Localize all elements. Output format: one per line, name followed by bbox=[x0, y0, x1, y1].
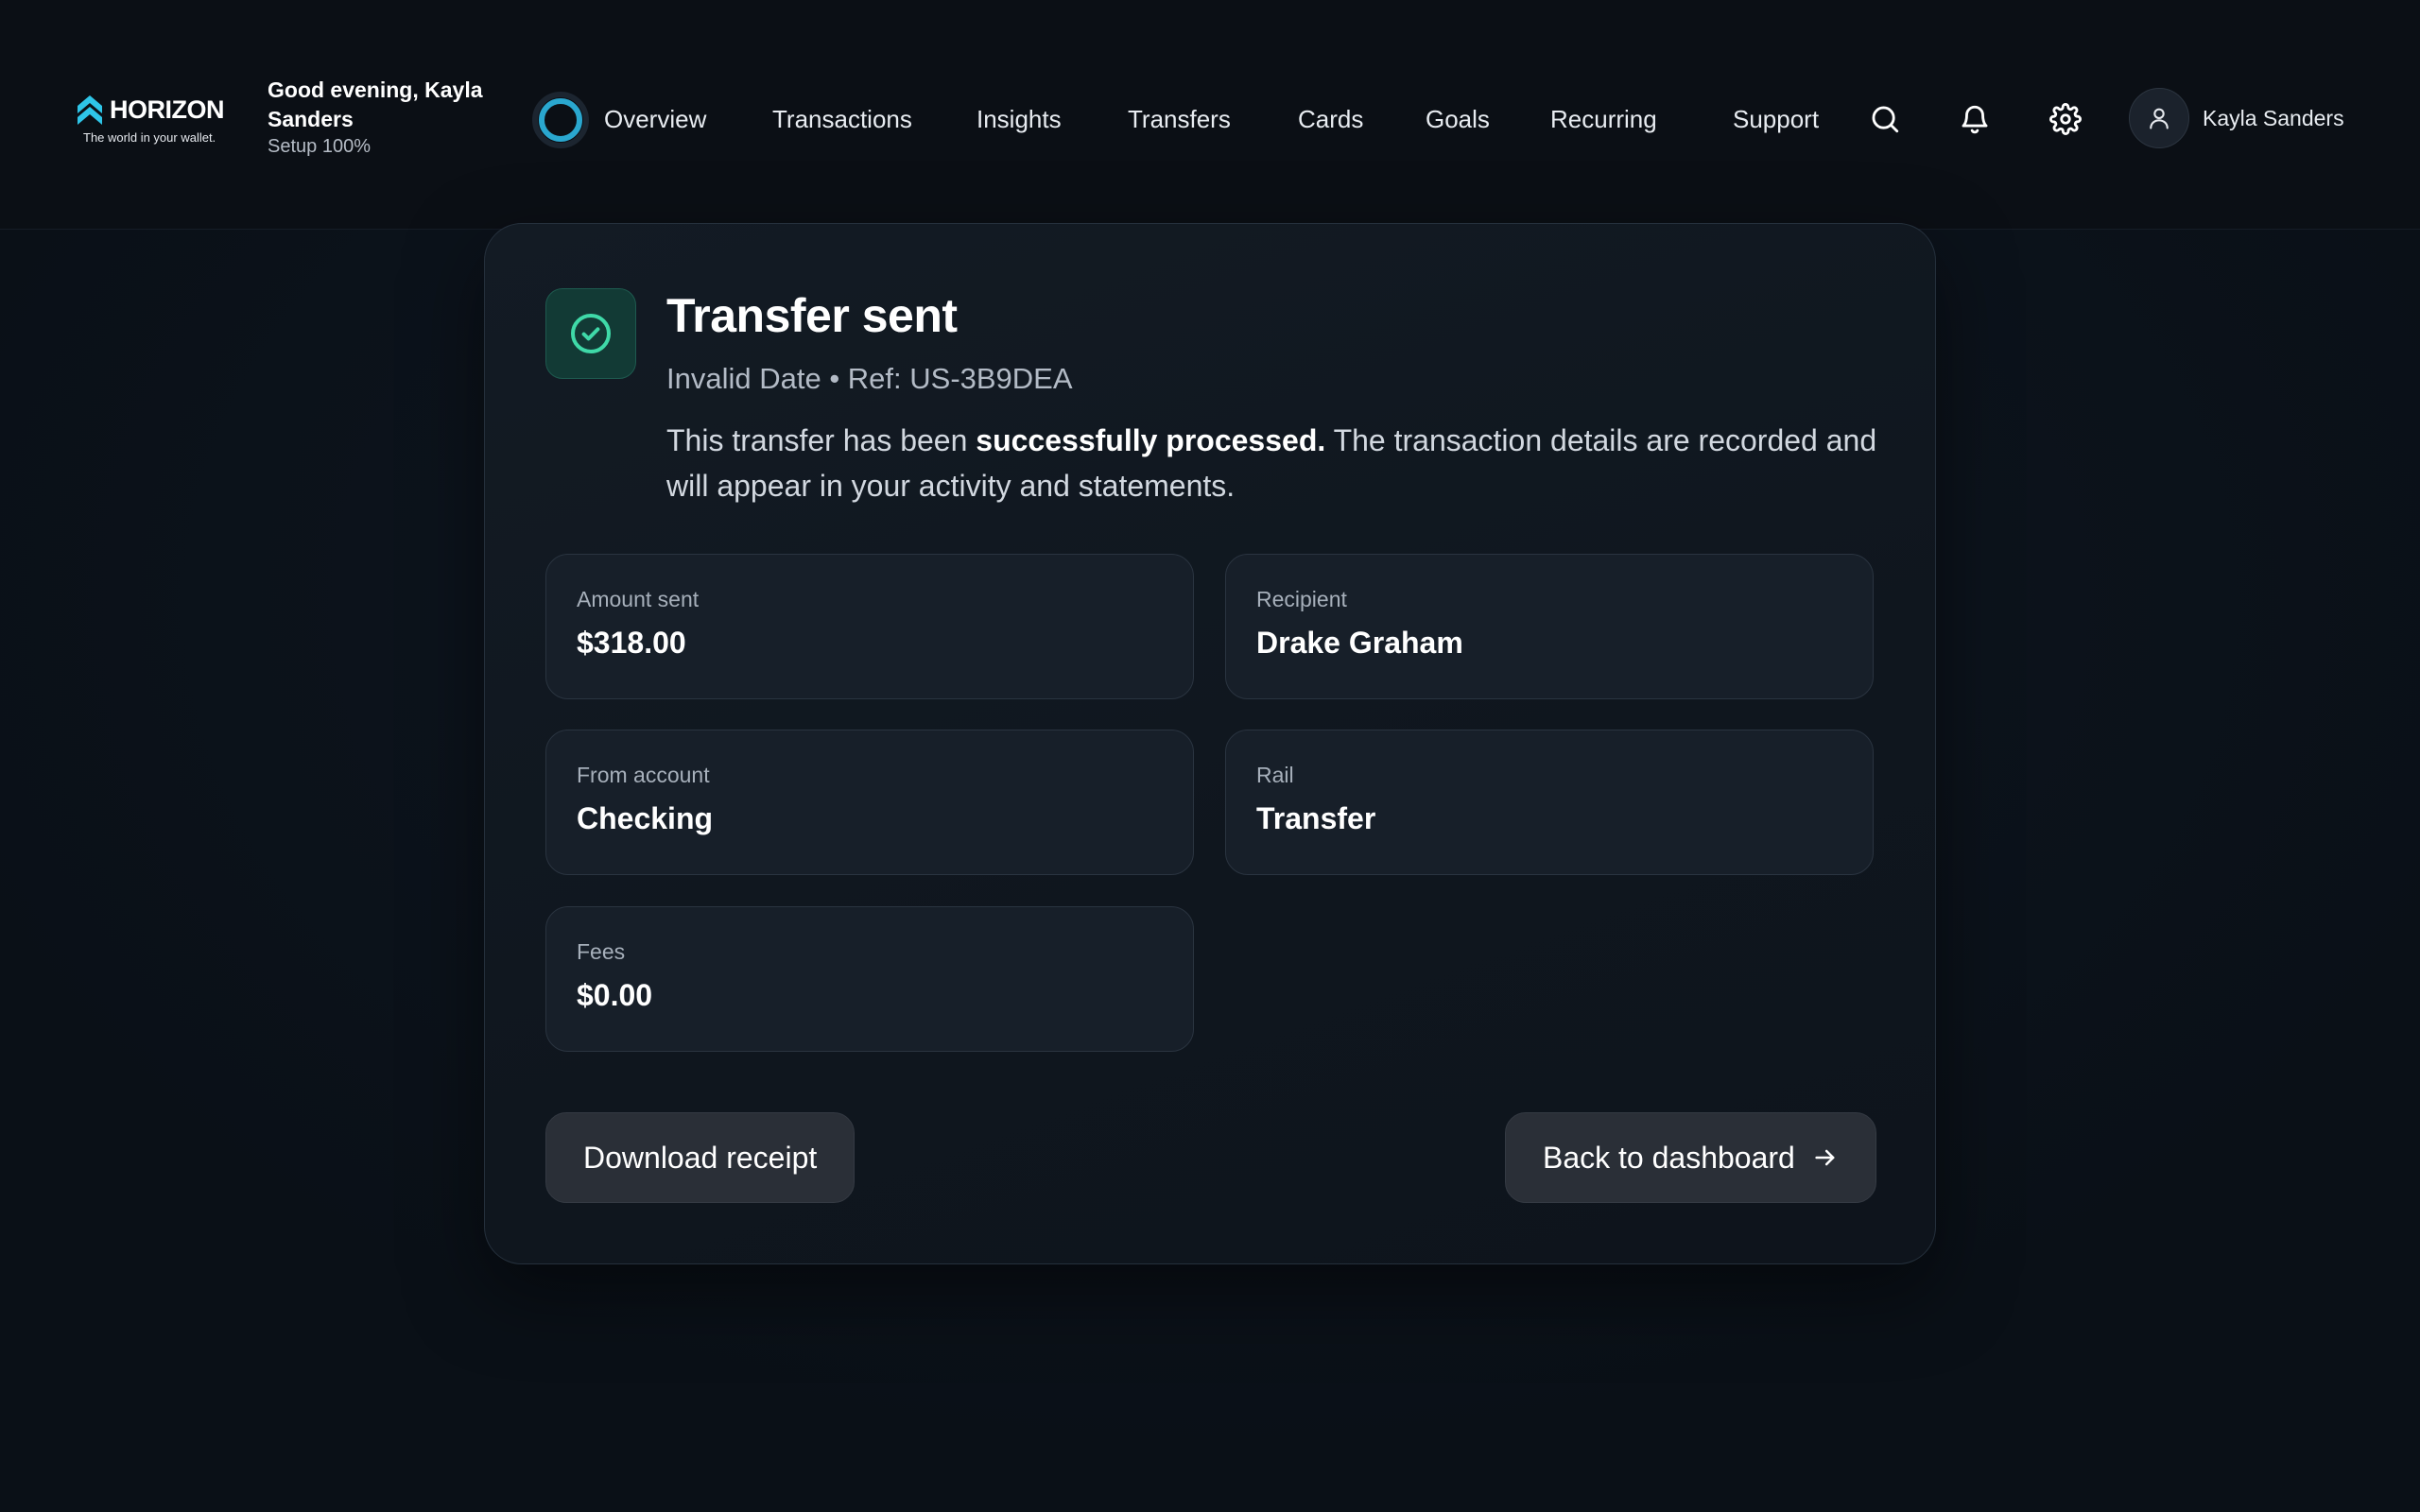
nav-item-goals[interactable]: Goals bbox=[1426, 98, 1490, 140]
setup-status: Setup 100% bbox=[268, 136, 371, 157]
receipt-title: Transfer sent bbox=[666, 289, 958, 342]
field-label: Rail bbox=[1256, 763, 1294, 787]
nav-item-transactions[interactable]: Transactions bbox=[772, 98, 912, 140]
field-value: Checking bbox=[577, 801, 714, 835]
field-from-account: From account Checking bbox=[545, 730, 1194, 875]
search-icon bbox=[1872, 106, 1899, 133]
download-receipt-button[interactable]: Download receipt bbox=[545, 1112, 856, 1203]
arrow-right-icon bbox=[1815, 1149, 1835, 1166]
nav-item-overview[interactable]: Overview bbox=[604, 98, 706, 140]
user-name: Kayla Sanders bbox=[2203, 105, 2344, 130]
bell-icon bbox=[1962, 105, 1988, 134]
top-header: HORIZON The world in your wallet. Good e… bbox=[0, 0, 2420, 230]
back-to-dashboard-button[interactable]: Back to dashboard bbox=[1505, 1112, 1876, 1203]
settings-button[interactable] bbox=[2043, 96, 2088, 142]
gear-icon bbox=[2049, 103, 2082, 135]
field-recipient: Recipient Drake Graham bbox=[1225, 554, 1874, 699]
brand-tagline: The world in your wallet. bbox=[83, 130, 216, 145]
success-badge bbox=[545, 288, 636, 379]
receipt-meta: Invalid Date • Ref: US-3B9DEA bbox=[666, 362, 1073, 395]
field-label: Amount sent bbox=[577, 587, 700, 611]
field-value: Drake Graham bbox=[1256, 626, 1463, 660]
check-circle-icon bbox=[571, 314, 611, 353]
brand-name: HORIZON bbox=[110, 94, 225, 124]
horizon-logo-icon bbox=[78, 95, 102, 125]
avatar bbox=[2129, 88, 2189, 148]
user-icon bbox=[2150, 108, 2169, 129]
transfer-receipt-card: Transfer sent Invalid Date • Ref: US-3B9… bbox=[484, 223, 1936, 1264]
receipt-description: This transfer has been successfully proc… bbox=[666, 418, 1895, 508]
brand-logo[interactable]: HORIZON The world in your wallet. bbox=[76, 93, 227, 151]
user-menu[interactable]: Kayla Sanders bbox=[2129, 88, 2344, 148]
field-label: From account bbox=[577, 763, 710, 787]
nav-item-support[interactable]: Support bbox=[1733, 98, 1819, 140]
field-fees: Fees $0.00 bbox=[545, 906, 1194, 1052]
search-button[interactable] bbox=[1862, 96, 1908, 142]
greeting-block: Good evening, Kayla Sanders Setup 100% bbox=[268, 76, 494, 158]
desc-text: This transfer has been bbox=[666, 423, 977, 457]
back-to-dashboard-label: Back to dashboard bbox=[1543, 1140, 1795, 1175]
greeting-title: Good evening, Kayla Sanders bbox=[268, 77, 483, 131]
nav-item-insights[interactable]: Insights bbox=[977, 98, 1062, 140]
field-rail: Rail Transfer bbox=[1225, 730, 1874, 875]
field-value: Transfer bbox=[1256, 801, 1376, 835]
field-value: $318.00 bbox=[577, 626, 686, 660]
nav-item-transfers[interactable]: Transfers bbox=[1128, 98, 1231, 140]
field-value: $0.00 bbox=[577, 978, 653, 1012]
nav-item-cards[interactable]: Cards bbox=[1298, 98, 1363, 140]
field-amount-sent: Amount sent $318.00 bbox=[545, 554, 1194, 699]
field-label: Fees bbox=[577, 939, 626, 964]
field-label: Recipient bbox=[1256, 587, 1347, 611]
download-receipt-label: Download receipt bbox=[583, 1140, 818, 1175]
setup-progress-ring bbox=[532, 92, 589, 148]
notifications-button[interactable] bbox=[1952, 96, 1997, 142]
desc-emphasis: successfully processed. bbox=[976, 423, 1326, 457]
nav-item-recurring[interactable]: Recurring bbox=[1550, 98, 1657, 140]
